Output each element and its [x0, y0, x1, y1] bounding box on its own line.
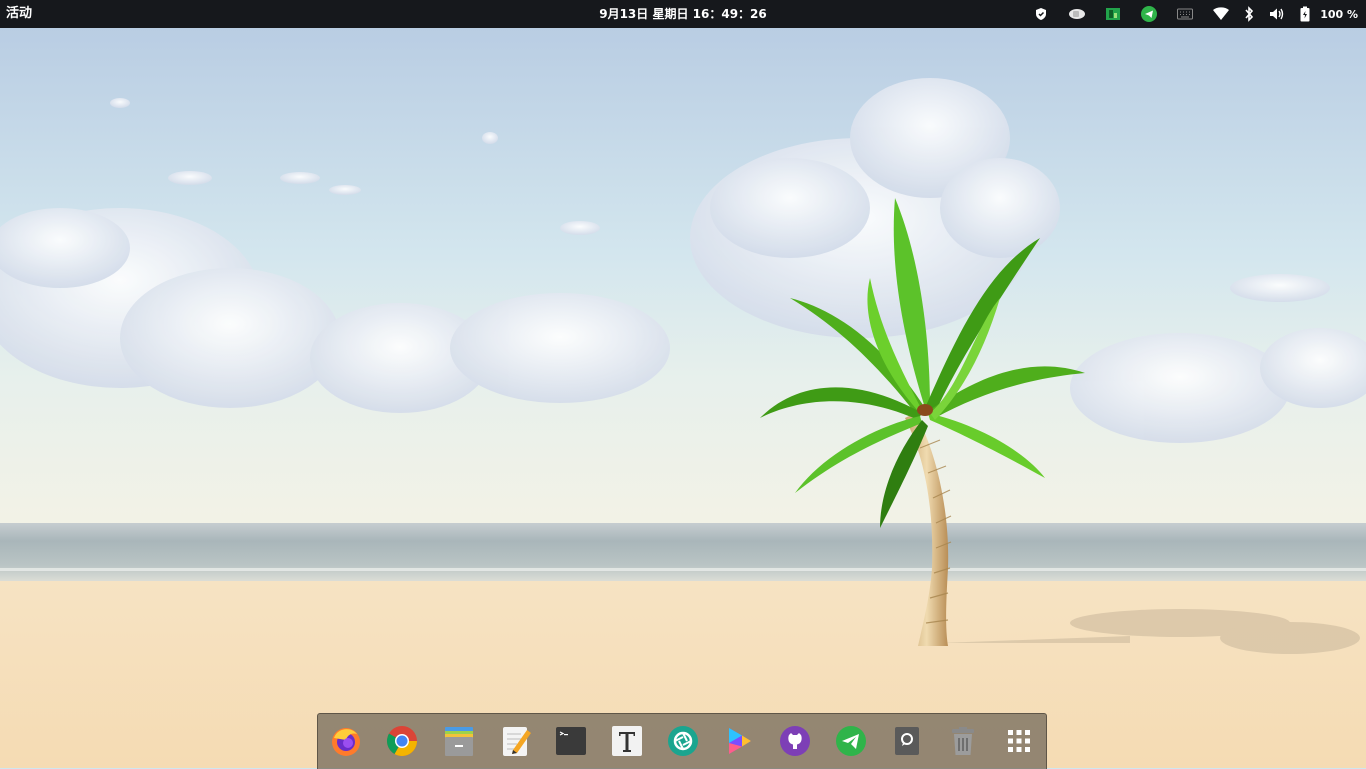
dock-item-media-player[interactable] [722, 724, 756, 758]
notes-icon [895, 727, 919, 755]
dock-item-chrome[interactable] [385, 724, 419, 758]
dock-item-notes[interactable] [890, 724, 924, 758]
text-editor-icon [503, 727, 531, 756]
desktop-wallpaper [0, 28, 1366, 768]
trash-icon [952, 727, 974, 755]
dock-item-files[interactable] [442, 724, 476, 758]
system-tray: 100 % [1014, 0, 1358, 28]
activities-button[interactable]: 活动 [6, 0, 32, 28]
bluetooth-icon[interactable] [1240, 5, 1258, 23]
github-icon [780, 726, 810, 756]
top-bar: 活动 9月13日 星期日 16：49：26 100 % [0, 0, 1366, 28]
telegram-icon [836, 726, 866, 756]
dock-item-show-apps[interactable] [1002, 724, 1036, 758]
dock-item-typora[interactable] [610, 724, 644, 758]
dock [317, 713, 1047, 769]
wifi-icon[interactable] [1212, 5, 1230, 23]
battery-percentage: 100 % [1320, 7, 1358, 21]
camera-shutter-icon [668, 726, 698, 756]
clock-datetime[interactable]: 9月13日 星期日 16：49：26 [599, 7, 767, 21]
play-icon [729, 728, 751, 754]
dock-item-terminal[interactable] [554, 724, 588, 758]
file-manager-icon [445, 727, 473, 756]
app-grid-icon [1008, 730, 1030, 752]
firefox-icon [332, 728, 360, 756]
typora-icon [612, 726, 642, 756]
battery-icon[interactable] [1296, 5, 1314, 23]
dock-item-text-editor[interactable] [499, 724, 533, 758]
dock-item-telegram[interactable] [834, 724, 868, 758]
keyboard-icon[interactable] [1176, 5, 1194, 23]
telegram-tray-icon[interactable] [1140, 5, 1158, 23]
dock-item-screenshot[interactable] [666, 724, 700, 758]
chrome-icon [386, 726, 417, 757]
dock-item-github[interactable] [778, 724, 812, 758]
volume-icon[interactable] [1268, 5, 1286, 23]
cup-icon[interactable] [1068, 5, 1086, 23]
shield-icon[interactable] [1032, 5, 1050, 23]
dock-item-trash[interactable] [946, 724, 980, 758]
dock-item-firefox[interactable] [329, 724, 363, 758]
terminal-icon [556, 727, 586, 755]
app-indicator-icon[interactable] [1104, 5, 1122, 23]
